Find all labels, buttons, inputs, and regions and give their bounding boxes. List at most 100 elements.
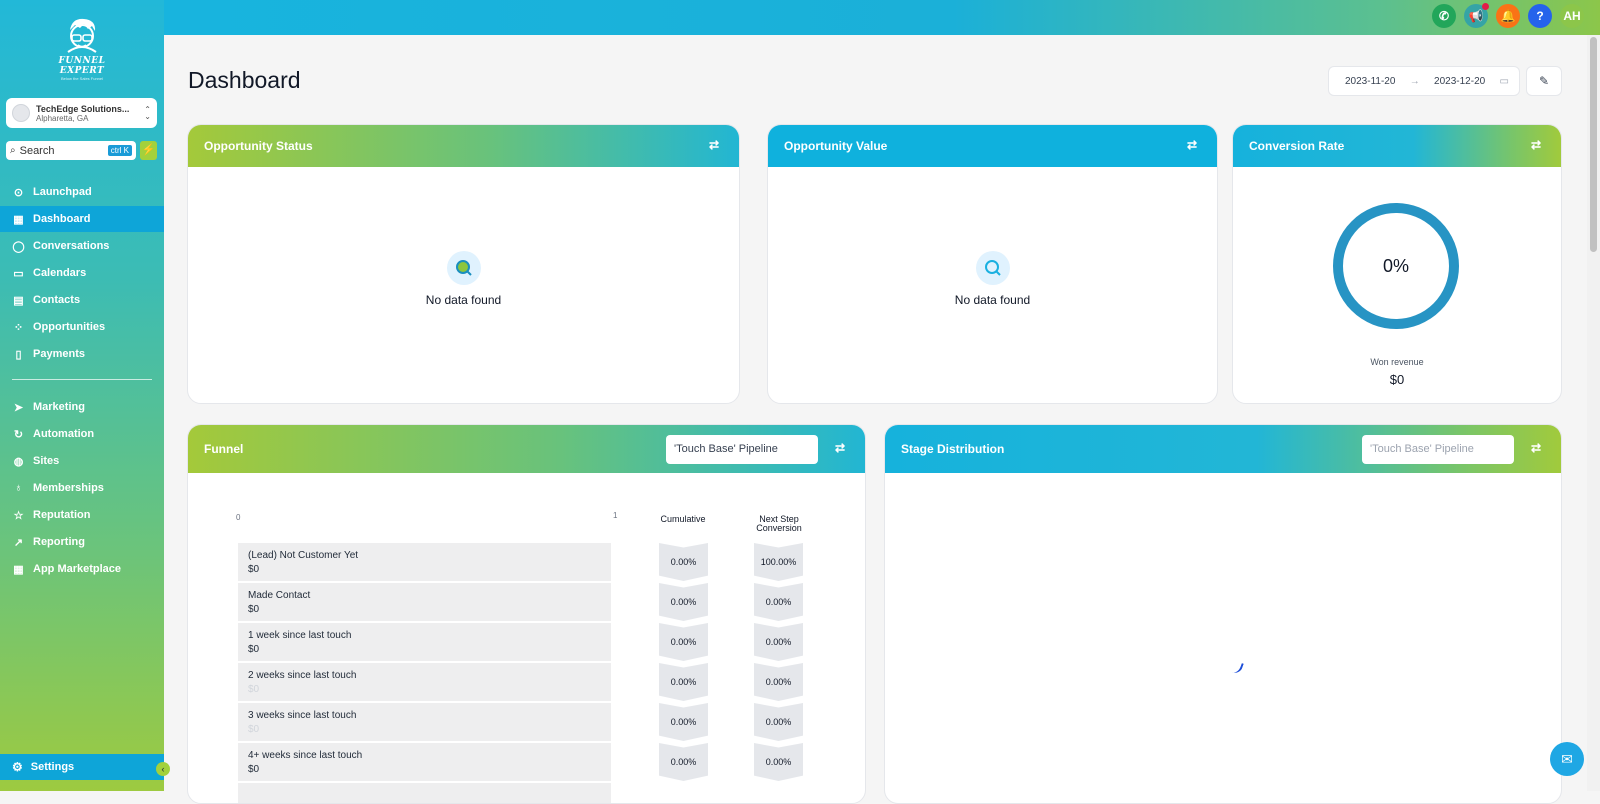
column-header-cumulative: Cumulative [660, 514, 706, 524]
sidebar-item-label: Automation [33, 428, 95, 440]
arrow-right-icon: → [1409, 75, 1420, 87]
sidebar-divider [12, 379, 152, 380]
sidebar-item-label: Settings [30, 761, 75, 773]
empty-state: No data found [768, 251, 1217, 307]
sidebar-item-reporting[interactable]: ↗ Reporting [0, 529, 164, 555]
cumulative-cell: 0.00% [659, 663, 708, 701]
card-title: Funnel [204, 442, 244, 456]
phone-icon[interactable]: ✆ [1432, 4, 1456, 28]
pencil-icon: ✎ [1538, 74, 1550, 88]
date-start: 2023-11-20 [1345, 75, 1396, 87]
receipt-icon: ▯ [15, 348, 22, 361]
funnel-stage-value: $0 [248, 684, 260, 695]
sidebar-item-label: Sites [33, 455, 60, 467]
sidebar-item-automation[interactable]: ↻ Automation [0, 421, 164, 447]
gear-icon: ⚙ [12, 760, 23, 774]
funnel-axis-max: 1 [613, 511, 618, 520]
sidebar-item-payments[interactable]: ▯ Payments [0, 341, 164, 367]
sidebar-item-memberships[interactable]: ♁ Memberships [0, 475, 164, 501]
sidebar-item-calendars[interactable]: ▭ Calendars [0, 260, 164, 286]
sidebar-item-dashboard[interactable]: ▦ Dashboard [0, 206, 164, 232]
sidebar-item-label: Memberships [33, 482, 104, 494]
date-end: 2023-12-20 [1434, 75, 1486, 87]
sidebar: FUNNEL EXPERT Below the Sales Funnel Tec… [0, 0, 164, 791]
filter-sliders-icon[interactable]: ⇄ [709, 138, 719, 152]
account-location: Alpharetta, GA [36, 113, 89, 123]
search-icon: ⌕ [10, 145, 16, 156]
pipeline-select[interactable]: 'Touch Base' Pipeline [1362, 435, 1514, 464]
search-empty-icon [446, 251, 481, 285]
funnel-stage-name: 1 week since last touch [248, 630, 352, 641]
bell-icon[interactable]: 🔔 [1496, 4, 1520, 28]
search-input[interactable]: ⌕ Search ctrl K [6, 141, 136, 160]
help-icon[interactable]: ? [1528, 4, 1552, 28]
next-step-cell: 0.00% [754, 743, 803, 781]
funnel-row: (Lead) Not Customer Yet $0 [238, 543, 611, 581]
funnel-stage-value: $0 [248, 604, 260, 615]
page-scrollbar[interactable] [1587, 35, 1600, 791]
user-avatar[interactable]: AH [1560, 4, 1584, 28]
funnel-row: 3 weeks since last touch $0 [238, 703, 611, 741]
stage-distribution-card: Stage Distribution 'Touch Base' Pipeline… [884, 424, 1562, 804]
card-title: Conversion Rate [1249, 139, 1345, 153]
funnel-stage-name: 3 weeks since last touch [248, 710, 357, 721]
search-placeholder: Search [19, 144, 55, 157]
automation-icon: ↻ [13, 428, 24, 441]
sidebar-item-sites[interactable]: ◍ Sites [0, 448, 164, 474]
sidebar-item-label: App Marketplace [33, 563, 122, 575]
cumulative-cell: 0.00% [659, 743, 708, 781]
funnel-axis-min: 0 [236, 513, 241, 522]
cumulative-cell: 0.00% [659, 703, 708, 741]
card-header: Opportunity Value ⇄ [768, 125, 1217, 167]
brand-logo[interactable]: FUNNEL EXPERT Below the Sales Funnel [40, 16, 124, 81]
cumulative-cell: 0.00% [659, 623, 708, 661]
sidebar-item-settings[interactable]: ⚙ Settings [0, 754, 164, 780]
globe-icon: ◍ [13, 455, 24, 468]
scrollbar-thumb[interactable] [1590, 37, 1597, 252]
funnel-card: Funnel 'Touch Base' Pipeline ⇄ 0 1 Cumul… [187, 424, 866, 804]
conversion-rate-donut: 0% [1333, 203, 1459, 329]
cumulative-cell: 0.00% [659, 583, 708, 621]
filter-sliders-icon[interactable]: ⇄ [1531, 441, 1541, 455]
account-switcher[interactable]: TechEdge Solutions... Alpharetta, GA ⌃ ⌄ [6, 98, 157, 128]
empty-state-label: No data found [425, 293, 502, 307]
brand-name: FUNNEL EXPERT [58, 56, 106, 76]
sidebar-item-label: Reporting [33, 536, 85, 548]
card-header: Funnel 'Touch Base' Pipeline ⇄ [188, 425, 865, 473]
sidebar-item-conversations[interactable]: ◯ Conversations [0, 233, 164, 259]
sidebar-item-app-marketplace[interactable]: ▦ App Marketplace [0, 556, 164, 582]
next-step-cell: 0.00% [754, 703, 803, 741]
chat-support-icon[interactable]: ✉ [1550, 742, 1584, 776]
filter-sliders-icon[interactable]: ⇄ [1531, 138, 1541, 152]
sidebar-item-label: Contacts [33, 294, 81, 306]
sidebar-item-opportunities[interactable]: ⁘ Opportunities [0, 314, 164, 340]
card-title: Stage Distribution [901, 442, 1005, 456]
chevron-updown-icon: ⌃ ⌄ [144, 105, 151, 121]
opportunities-icon: ⁘ [13, 321, 24, 334]
card-header: Stage Distribution 'Touch Base' Pipeline… [885, 425, 1561, 473]
trend-up-icon: ↗ [13, 536, 24, 549]
funnel-stage-value: $0 [248, 644, 260, 655]
page-title: Dashboard [188, 67, 301, 93]
sidebar-item-reputation[interactable]: ☆ Reputation [0, 502, 164, 528]
chat-bubble-icon: ◯ [12, 240, 25, 253]
sidebar-item-contacts[interactable]: ▤ Contacts [0, 287, 164, 313]
filter-sliders-icon[interactable]: ⇄ [835, 441, 845, 455]
card-title: Opportunity Value [784, 139, 888, 153]
funnel-row: 2 weeks since last touch $0 [238, 663, 611, 701]
date-range-picker[interactable]: 2023-11-20 → 2023-12-20 ▭ [1328, 66, 1520, 96]
funnel-stage-name: Made Contact [248, 590, 311, 601]
sidebar-item-marketing[interactable]: ➤ Marketing [0, 394, 164, 420]
sidebar-item-launchpad[interactable]: ⊙ Launchpad [0, 179, 164, 205]
quick-action-bolt-icon[interactable]: ⚡ [140, 141, 157, 160]
pipeline-select[interactable]: 'Touch Base' Pipeline [666, 435, 818, 464]
funnel-row: 1 week since last touch $0 [238, 623, 611, 661]
funnel-row-partial [238, 783, 611, 803]
empty-state-label: No data found [954, 293, 1031, 307]
launchpad-icon: ⊙ [13, 186, 24, 199]
edit-dashboard-button[interactable]: ✎ [1526, 66, 1562, 96]
next-step-cell: 0.00% [754, 663, 803, 701]
empty-state: No data found [188, 251, 739, 307]
filter-sliders-icon[interactable]: ⇄ [1187, 138, 1197, 152]
card-title: Opportunity Status [204, 139, 313, 153]
